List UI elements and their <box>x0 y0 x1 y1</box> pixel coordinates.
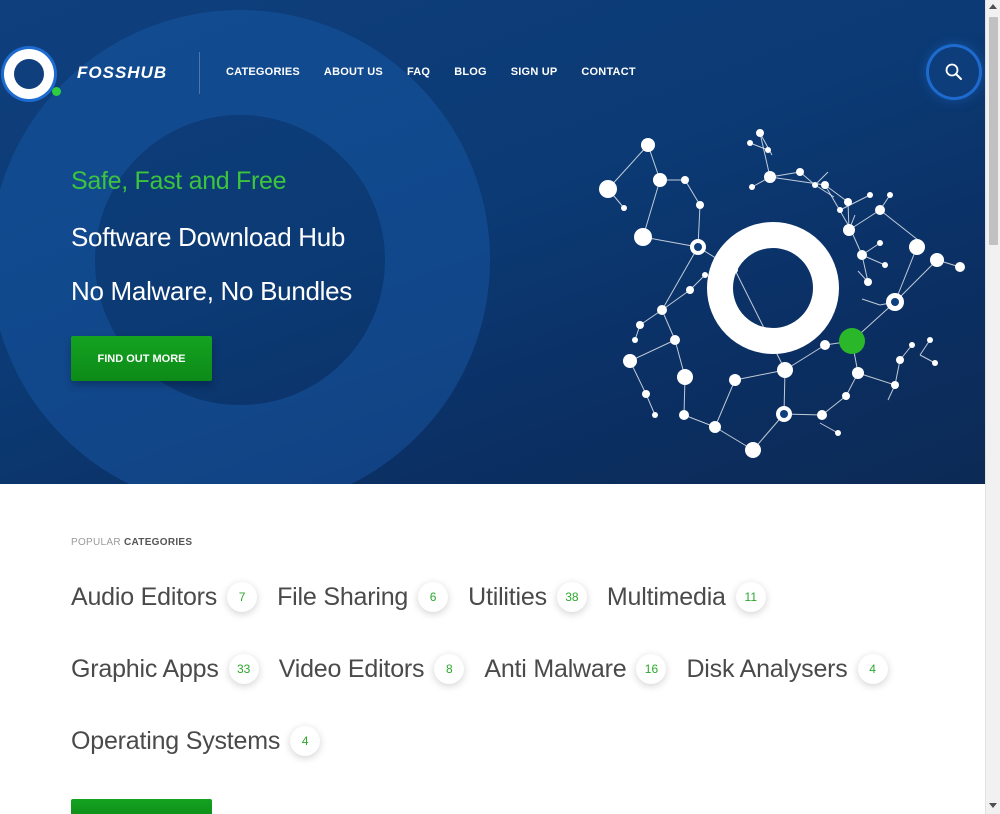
fosshub-logo-icon[interactable] <box>4 49 54 99</box>
logo-green-dot <box>52 87 61 96</box>
nav-item-about-us[interactable]: ABOUT US <box>324 66 383 78</box>
category-count-badge: 8 <box>434 654 465 684</box>
category-row: Audio Editors 7 File Sharing 6 Utilities… <box>71 582 786 612</box>
category-count-badge: 4 <box>857 654 888 684</box>
hero-subheading: No Malware, No Bundles <box>71 276 352 306</box>
nav-item-categories[interactable]: CATEGORIES <box>226 66 300 78</box>
category-utilities[interactable]: Utilities 38 <box>468 582 587 612</box>
nav-item-faq[interactable]: FAQ <box>407 66 430 78</box>
nav-item-contact[interactable]: CONTACT <box>581 66 635 78</box>
category-count-badge: 11 <box>735 582 766 612</box>
category-disk-analysers[interactable]: Disk Analysers 4 <box>686 654 888 684</box>
category-name: File Sharing <box>277 582 409 611</box>
category-count-badge: 16 <box>636 654 667 684</box>
category-name: Anti Malware <box>484 654 627 683</box>
category-row: Operating Systems 4 <box>71 726 340 756</box>
network-illustration <box>599 129 965 458</box>
scrollbar-thumb[interactable] <box>989 17 998 245</box>
category-multimedia[interactable]: Multimedia 11 <box>607 582 766 612</box>
category-count-badge: 38 <box>556 582 587 612</box>
category-name: Multimedia <box>606 582 726 611</box>
category-video-editors[interactable]: Video Editors 8 <box>279 654 465 684</box>
vertical-scrollbar[interactable] <box>985 0 1000 814</box>
category-count-badge: 33 <box>228 654 259 684</box>
category-name: Video Editors <box>278 654 425 683</box>
main-nav: CATEGORIES ABOUT US FAQ BLOG SIGN UP CON… <box>226 66 660 78</box>
nav-item-blog[interactable]: BLOG <box>454 66 487 78</box>
popular-label-light: POPULAR <box>71 537 124 548</box>
popular-label-bold: CATEGORIES <box>123 537 193 548</box>
logo-text[interactable]: FOSSHUB <box>77 63 167 83</box>
hero-banner: FOSSHUB CATEGORIES ABOUT US FAQ BLOG SIG… <box>0 0 985 484</box>
category-anti-malware[interactable]: Anti Malware 16 <box>484 654 667 684</box>
category-row: Graphic Apps 33 Video Editors 8 Anti Mal… <box>71 654 908 684</box>
category-name: Operating Systems <box>71 726 281 755</box>
category-name: Disk Analysers <box>686 654 848 683</box>
nav-item-sign-up[interactable]: SIGN UP <box>511 66 558 78</box>
scroll-up-arrow-icon[interactable] <box>989 4 997 9</box>
category-graphic-apps[interactable]: Graphic Apps 33 <box>71 654 259 684</box>
all-categories-button[interactable] <box>71 799 212 814</box>
search-button[interactable] <box>929 47 979 97</box>
search-icon <box>945 63 962 80</box>
category-file-sharing[interactable]: File Sharing 6 <box>277 582 449 612</box>
popular-categories-label: POPULAR CATEGORIES <box>71 537 192 548</box>
nav-divider <box>199 52 200 94</box>
scroll-down-arrow-icon[interactable] <box>989 803 997 808</box>
find-out-more-button[interactable]: FIND OUT MORE <box>71 336 212 381</box>
category-count-badge: 4 <box>290 726 321 756</box>
category-audio-editors[interactable]: Audio Editors 7 <box>71 582 258 612</box>
category-name: Audio Editors <box>71 582 218 611</box>
category-operating-systems[interactable]: Operating Systems 4 <box>71 726 321 756</box>
category-count-badge: 7 <box>227 582 258 612</box>
category-name: Utilities <box>468 582 547 611</box>
hero-heading: Software Download Hub <box>71 222 346 252</box>
category-count-badge: 6 <box>418 582 449 612</box>
category-name: Graphic Apps <box>71 654 219 683</box>
hero-tagline: Safe, Fast and Free <box>71 167 287 195</box>
